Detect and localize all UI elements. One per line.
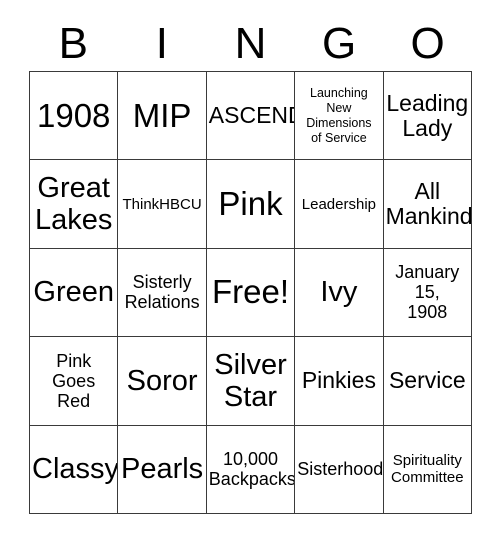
bingo-cell-label: Pink Goes Red [52, 350, 96, 411]
bingo-cell-n5[interactable]: 10,000 Backpacks [206, 425, 296, 514]
bingo-cell-g3[interactable]: Ivy [295, 248, 384, 338]
bingo-cell-o1[interactable]: Leading Lady [383, 72, 472, 161]
bingo-cell-o3[interactable]: January 15, 1908 [383, 248, 472, 338]
bingo-cell-i4[interactable]: Soror [118, 337, 207, 426]
bingo-cell-o2[interactable]: All Mankind [383, 160, 472, 249]
bingo-cell-o4[interactable]: Service [383, 337, 472, 426]
bingo-cell-i2[interactable]: ThinkHBCU [118, 160, 207, 249]
bingo-cell-i5[interactable]: Pearls [118, 425, 207, 514]
bingo-cell-label: ThinkHBCU [122, 195, 202, 213]
bingo-cell-label: Pearls [120, 453, 204, 486]
bingo-grid: 1908 MIP ASCEND Launching New Dimensions… [29, 71, 472, 514]
bingo-cell-n1[interactable]: ASCEND [206, 72, 296, 161]
bingo-cell-label: All Mankind [385, 178, 472, 230]
bingo-cell-g1[interactable]: Launching New Dimensions of Service [295, 72, 384, 161]
header-letter-b: B [58, 18, 88, 68]
bingo-cell-label: Pink [218, 185, 283, 223]
bingo-cell-label: Sisterly Relations [124, 272, 200, 313]
header-letter-o: O [410, 18, 445, 68]
bingo-cell-g4[interactable]: Pinkies [295, 337, 384, 426]
bingo-cell-label: Leadership [301, 195, 376, 213]
bingo-cell-label: January 15, 1908 [395, 262, 460, 323]
header-letter-g: G [321, 18, 357, 68]
bingo-cell-label: Ivy [320, 276, 358, 309]
bingo-cell-label: Silver Star [214, 348, 287, 413]
bingo-cell-label: Sisterhood [297, 459, 384, 480]
bingo-cell-g5[interactable]: Sisterhood [295, 425, 384, 514]
bingo-cell-label: Great Lakes [35, 172, 113, 237]
bingo-cell-i3[interactable]: Sisterly Relations [118, 248, 207, 338]
bingo-cell-label: MIP [132, 96, 192, 134]
bingo-cell-n4[interactable]: Silver Star [206, 337, 296, 426]
bingo-cell-label: Spirituality Committee [391, 452, 464, 487]
bingo-cell-label: Free! [211, 273, 289, 311]
bingo-cell-label: Classy [32, 453, 119, 486]
bingo-cell-label: Soror [126, 364, 198, 397]
header-letter-n: N [234, 18, 267, 68]
bingo-cell-b4[interactable]: Pink Goes Red [30, 337, 119, 426]
bingo-cell-b3[interactable]: Green [30, 248, 119, 338]
bingo-cell-b1[interactable]: 1908 [30, 72, 119, 161]
bingo-cell-b2[interactable]: Great Lakes [30, 160, 119, 249]
bingo-cell-label: 1908 [36, 96, 111, 134]
bingo-cell-label: 10,000 Backpacks [208, 449, 296, 490]
bingo-cell-o5[interactable]: Spirituality Committee [383, 425, 472, 514]
header-letter-i: I [155, 18, 168, 68]
bingo-cell-free-space[interactable]: Free! [206, 248, 296, 338]
bingo-cell-b5[interactable]: Classy [30, 425, 119, 514]
bingo-cell-label: Leading Lady [386, 89, 469, 141]
bingo-cell-i1[interactable]: MIP [118, 72, 207, 161]
bingo-cell-n2[interactable]: Pink [206, 160, 296, 249]
bingo-cell-label: Service [388, 367, 466, 394]
bingo-cell-label: ASCEND [208, 102, 296, 129]
bingo-header: B I N G O [29, 16, 472, 71]
bingo-card: B I N G O 1908 MIP ASCEND Launching New … [0, 0, 500, 544]
bingo-cell-label: Launching New Dimensions of Service [306, 85, 372, 145]
bingo-cell-g2[interactable]: Leadership [295, 160, 384, 249]
bingo-cell-label: Green [33, 276, 114, 309]
bingo-cell-label: Pinkies [301, 367, 376, 394]
